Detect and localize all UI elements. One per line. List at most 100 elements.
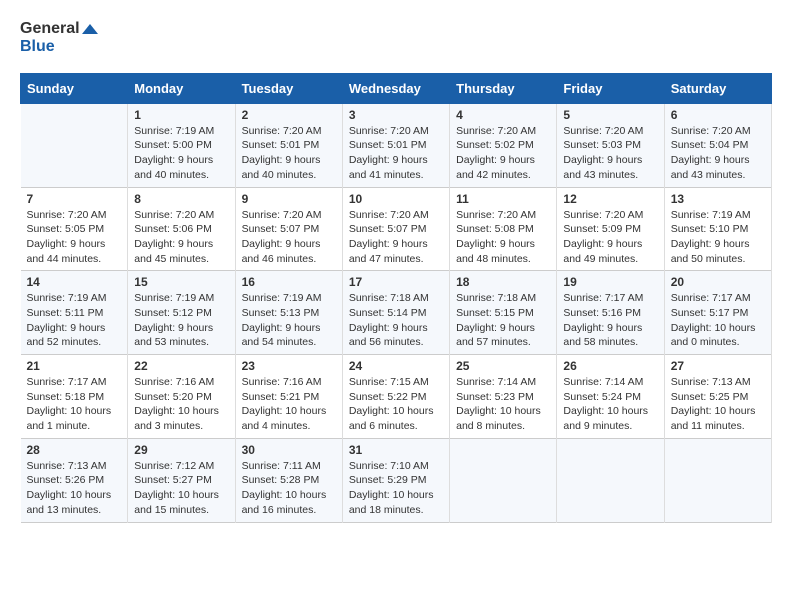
day-number: 24: [349, 359, 443, 373]
day-info: Sunrise: 7:20 AMSunset: 5:07 PMDaylight:…: [349, 208, 443, 267]
day-number: 31: [349, 443, 443, 457]
day-info: Sunrise: 7:19 AMSunset: 5:13 PMDaylight:…: [242, 291, 336, 350]
calendar-cell: 31Sunrise: 7:10 AMSunset: 5:29 PMDayligh…: [342, 438, 449, 522]
calendar-cell: 14 Sunrise: 7:19 AMSunset: 5:11 PMDayligh…: [21, 271, 128, 355]
calendar-cell: 6Sunrise: 7:20 AMSunset: 5:04 PMDaylight…: [664, 103, 771, 187]
day-info: Sunrise: 7:19 AMSunset: 5:10 PMDaylight:…: [671, 208, 765, 267]
day-number: 15: [134, 275, 228, 289]
calendar-cell: 29 Sunrise: 7:12 AMSunset: 5:27 PMDayligh…: [128, 438, 235, 522]
day-info: Sunrise: 7:17 AMSunset: 5:17 PMDaylight:…: [671, 291, 765, 350]
day-number: 29: [134, 443, 228, 457]
day-number: 27: [671, 359, 765, 373]
week-row-3: 14 Sunrise: 7:19 AMSunset: 5:11 PMDayligh…: [21, 271, 772, 355]
calendar-cell: 3 Sunrise: 7:20 AMSunset: 5:01 PMDaylight…: [342, 103, 449, 187]
day-info: Sunrise: 7:20 AMSunset: 5:01 PMDaylight:…: [349, 124, 443, 183]
calendar-cell: 23 Sunrise: 7:16 AMSunset: 5:21 PMDayligh…: [235, 355, 342, 439]
day-number: 28: [27, 443, 122, 457]
day-info: Sunrise: 7:11 AMSunset: 5:28 PMDaylight:…: [242, 459, 336, 518]
day-info: Sunrise: 7:14 AMSunset: 5:24 PMDaylight:…: [563, 375, 657, 434]
calendar-cell: 16 Sunrise: 7:19 AMSunset: 5:13 PMDayligh…: [235, 271, 342, 355]
day-number: 16: [242, 275, 336, 289]
calendar-cell: 17 Sunrise: 7:18 AMSunset: 5:14 PMDayligh…: [342, 271, 449, 355]
day-info: Sunrise: 7:20 AMSunset: 5:01 PMDaylight:…: [242, 124, 336, 183]
day-info: Sunrise: 7:20 AMSunset: 5:03 PMDaylight:…: [563, 124, 657, 183]
day-info: Sunrise: 7:20 AMSunset: 5:08 PMDaylight:…: [456, 208, 550, 267]
day-number: 7: [27, 192, 122, 206]
day-number: 3: [349, 108, 443, 122]
day-number: 2: [242, 108, 336, 122]
calendar-cell: 5 Sunrise: 7:20 AMSunset: 5:03 PMDaylight…: [557, 103, 664, 187]
day-number: 1: [134, 108, 228, 122]
logo-text: General Blue: [20, 20, 98, 57]
day-info: Sunrise: 7:20 AMSunset: 5:07 PMDaylight:…: [242, 208, 336, 267]
day-number: 20: [671, 275, 765, 289]
day-number: 4: [456, 108, 550, 122]
header-row: SundayMondayTuesdayWednesdayThursdayFrid…: [21, 73, 772, 103]
day-info: Sunrise: 7:13 AMSunset: 5:26 PMDaylight:…: [27, 459, 122, 518]
day-number: 13: [671, 192, 765, 206]
day-info: Sunrise: 7:20 AMSunset: 5:05 PMDaylight:…: [27, 208, 122, 267]
calendar-cell: 24 Sunrise: 7:15 AMSunset: 5:22 PMDayligh…: [342, 355, 449, 439]
calendar-cell: 11 Sunrise: 7:20 AMSunset: 5:08 PMDayligh…: [450, 187, 557, 271]
calendar-cell: [450, 438, 557, 522]
calendar-cell: 2 Sunrise: 7:20 AMSunset: 5:01 PMDaylight…: [235, 103, 342, 187]
header-cell-sunday: Sunday: [21, 73, 128, 103]
day-info: Sunrise: 7:18 AMSunset: 5:15 PMDaylight:…: [456, 291, 550, 350]
day-info: Sunrise: 7:13 AMSunset: 5:25 PMDaylight:…: [671, 375, 765, 434]
calendar-cell: 21 Sunrise: 7:17 AMSunset: 5:18 PMDayligh…: [21, 355, 128, 439]
logo: General Blue: [20, 20, 98, 57]
calendar-cell: 25Sunrise: 7:14 AMSunset: 5:23 PMDayligh…: [450, 355, 557, 439]
day-info: Sunrise: 7:16 AMSunset: 5:20 PMDaylight:…: [134, 375, 228, 434]
calendar-cell: 28 Sunrise: 7:13 AMSunset: 5:26 PMDayligh…: [21, 438, 128, 522]
calendar-table: SundayMondayTuesdayWednesdayThursdayFrid…: [20, 73, 772, 523]
calendar-cell: 19 Sunrise: 7:17 AMSunset: 5:16 PMDayligh…: [557, 271, 664, 355]
calendar-cell: 20 Sunrise: 7:17 AMSunset: 5:17 PMDayligh…: [664, 271, 771, 355]
calendar-cell: 26Sunrise: 7:14 AMSunset: 5:24 PMDayligh…: [557, 355, 664, 439]
calendar-cell: 7 Sunrise: 7:20 AMSunset: 5:05 PMDaylight…: [21, 187, 128, 271]
day-number: 14: [27, 275, 122, 289]
calendar-cell: [664, 438, 771, 522]
week-row-4: 21 Sunrise: 7:17 AMSunset: 5:18 PMDayligh…: [21, 355, 772, 439]
day-number: 30: [242, 443, 336, 457]
day-number: 12: [563, 192, 657, 206]
header-cell-saturday: Saturday: [664, 73, 771, 103]
day-number: 21: [27, 359, 122, 373]
day-number: 25: [456, 359, 550, 373]
calendar-cell: 27 Sunrise: 7:13 AMSunset: 5:25 PMDayligh…: [664, 355, 771, 439]
calendar-cell: 22Sunrise: 7:16 AMSunset: 5:20 PMDayligh…: [128, 355, 235, 439]
header-cell-wednesday: Wednesday: [342, 73, 449, 103]
day-info: Sunrise: 7:20 AMSunset: 5:09 PMDaylight:…: [563, 208, 657, 267]
header-cell-tuesday: Tuesday: [235, 73, 342, 103]
calendar-cell: 10 Sunrise: 7:20 AMSunset: 5:07 PMDayligh…: [342, 187, 449, 271]
day-info: Sunrise: 7:15 AMSunset: 5:22 PMDaylight:…: [349, 375, 443, 434]
day-number: 8: [134, 192, 228, 206]
day-number: 5: [563, 108, 657, 122]
day-info: Sunrise: 7:20 AMSunset: 5:02 PMDaylight:…: [456, 124, 550, 183]
day-info: Sunrise: 7:19 AMSunset: 5:00 PMDaylight:…: [134, 124, 228, 183]
day-number: 10: [349, 192, 443, 206]
week-row-1: 1 Sunrise: 7:19 AMSunset: 5:00 PMDaylight…: [21, 103, 772, 187]
calendar-cell: 13 Sunrise: 7:19 AMSunset: 5:10 PMDayligh…: [664, 187, 771, 271]
day-number: 9: [242, 192, 336, 206]
day-info: Sunrise: 7:19 AMSunset: 5:12 PMDaylight:…: [134, 291, 228, 350]
day-number: 23: [242, 359, 336, 373]
calendar-cell: [557, 438, 664, 522]
day-info: Sunrise: 7:12 AMSunset: 5:27 PMDaylight:…: [134, 459, 228, 518]
header-cell-friday: Friday: [557, 73, 664, 103]
day-info: Sunrise: 7:19 AMSunset: 5:11 PMDaylight:…: [27, 291, 122, 350]
day-info: Sunrise: 7:18 AMSunset: 5:14 PMDaylight:…: [349, 291, 443, 350]
calendar-cell: 15 Sunrise: 7:19 AMSunset: 5:12 PMDayligh…: [128, 271, 235, 355]
week-row-5: 28 Sunrise: 7:13 AMSunset: 5:26 PMDayligh…: [21, 438, 772, 522]
calendar-cell: 18Sunrise: 7:18 AMSunset: 5:15 PMDayligh…: [450, 271, 557, 355]
day-info: Sunrise: 7:20 AMSunset: 5:06 PMDaylight:…: [134, 208, 228, 267]
day-number: 17: [349, 275, 443, 289]
calendar-cell: 8 Sunrise: 7:20 AMSunset: 5:06 PMDaylight…: [128, 187, 235, 271]
day-number: 19: [563, 275, 657, 289]
day-info: Sunrise: 7:16 AMSunset: 5:21 PMDaylight:…: [242, 375, 336, 434]
day-info: Sunrise: 7:17 AMSunset: 5:16 PMDaylight:…: [563, 291, 657, 350]
calendar-cell: 4 Sunrise: 7:20 AMSunset: 5:02 PMDaylight…: [450, 103, 557, 187]
day-info: Sunrise: 7:17 AMSunset: 5:18 PMDaylight:…: [27, 375, 122, 434]
week-row-2: 7 Sunrise: 7:20 AMSunset: 5:05 PMDaylight…: [21, 187, 772, 271]
day-number: 11: [456, 192, 550, 206]
page-header: General Blue: [20, 20, 772, 57]
